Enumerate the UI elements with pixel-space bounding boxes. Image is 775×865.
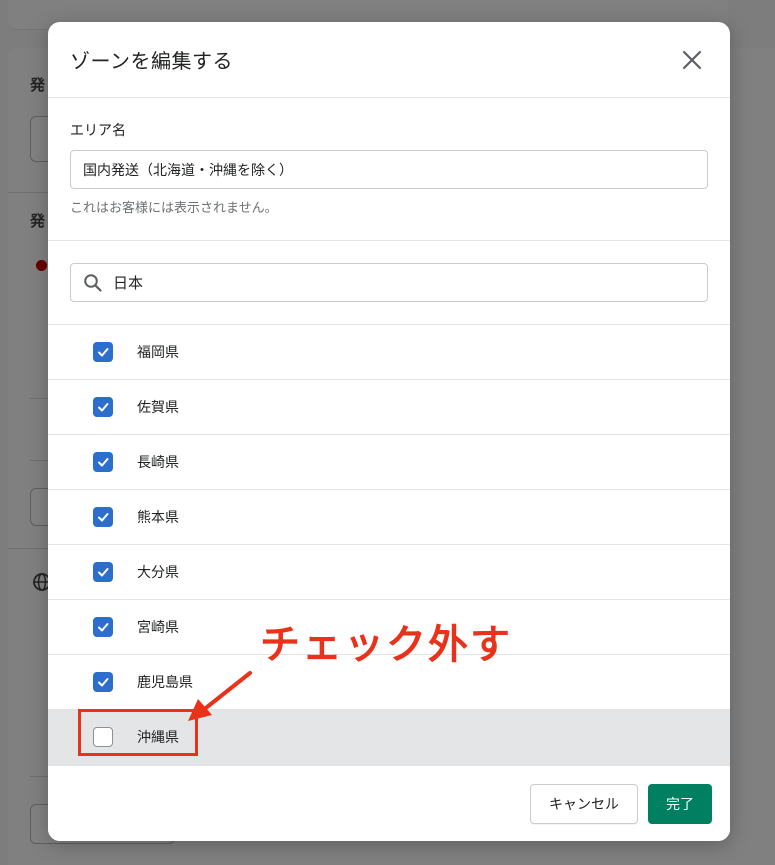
check-icon xyxy=(98,678,109,687)
prefecture-label: 長崎県 xyxy=(137,455,179,471)
area-name-section: エリア名 国内発送（北海道・沖縄を除く） これはお客様には表示されません。 xyxy=(48,98,730,241)
area-name-label: エリア名 xyxy=(70,123,126,139)
checkbox-checked[interactable] xyxy=(93,617,113,637)
checkbox-checked[interactable] xyxy=(93,342,113,362)
check-icon xyxy=(98,403,109,412)
close-icon xyxy=(682,50,702,69)
done-button[interactable]: 完了 xyxy=(648,783,712,824)
list-item[interactable]: 佐賀県 xyxy=(48,380,730,435)
search-value: 日本 xyxy=(113,274,144,292)
check-icon xyxy=(98,513,109,522)
modal-title: ゾーンを編集する xyxy=(70,49,233,73)
prefecture-label: 大分県 xyxy=(137,565,179,581)
prefecture-list: 福岡県 佐賀県 長崎県 熊本県 大分県 宮崎県 鹿児島県 沖縄県 xyxy=(48,325,730,765)
background-status-dot xyxy=(36,260,47,271)
prefecture-label: 熊本県 xyxy=(137,510,179,526)
check-icon xyxy=(98,458,109,467)
prefecture-label: 福岡県 xyxy=(137,345,179,361)
check-icon xyxy=(98,623,109,632)
list-item[interactable]: 熊本県 xyxy=(48,490,730,545)
prefecture-label: 宮崎県 xyxy=(137,620,179,636)
search-input[interactable]: 日本 xyxy=(70,263,708,302)
area-name-help: これはお客様には表示されません。 xyxy=(70,201,278,216)
list-item[interactable]: 長崎県 xyxy=(48,435,730,490)
prefecture-label: 佐賀県 xyxy=(137,400,179,416)
checkbox-checked[interactable] xyxy=(93,452,113,472)
search-icon xyxy=(84,273,102,292)
modal-footer: キャンセル 完了 xyxy=(48,765,730,841)
check-icon xyxy=(98,348,109,357)
background-heading: 発 xyxy=(30,76,46,94)
search-section: 日本 xyxy=(48,241,730,325)
close-button[interactable] xyxy=(676,44,708,76)
cancel-button[interactable]: キャンセル xyxy=(530,783,638,824)
annotation-arrow-icon xyxy=(188,671,252,721)
checkbox-checked[interactable] xyxy=(93,507,113,527)
check-icon xyxy=(98,568,109,577)
checkbox-checked[interactable] xyxy=(93,672,113,692)
area-name-input[interactable]: 国内発送（北海道・沖縄を除く） xyxy=(70,150,708,189)
list-item[interactable]: 大分県 xyxy=(48,545,730,600)
checkbox-checked[interactable] xyxy=(93,397,113,417)
list-item[interactable]: 福岡県 xyxy=(48,325,730,380)
annotation-text: チェック外す xyxy=(260,622,512,668)
background-heading: 発 xyxy=(30,212,46,230)
area-name-value: 国内発送（北海道・沖縄を除く） xyxy=(83,162,293,179)
checkbox-checked[interactable] xyxy=(93,562,113,582)
modal-header: ゾーンを編集する xyxy=(48,22,730,98)
